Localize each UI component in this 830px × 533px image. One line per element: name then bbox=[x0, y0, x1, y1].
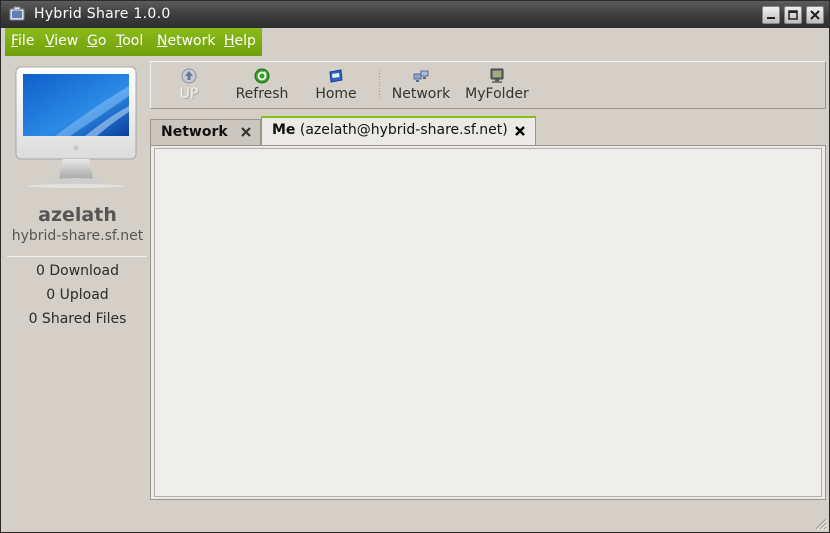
home-button[interactable]: Home bbox=[305, 62, 367, 108]
file-list-area[interactable] bbox=[154, 148, 822, 497]
username: azelath bbox=[38, 204, 117, 226]
menu-help[interactable]: Help bbox=[224, 33, 256, 49]
tab-me-name: Me bbox=[272, 122, 296, 138]
tab-close-icon[interactable] bbox=[239, 125, 253, 139]
menu-bar: File View Go Tool Network Help bbox=[5, 28, 262, 56]
menu-tool-label: ool bbox=[122, 33, 144, 49]
monitor-icon bbox=[15, 66, 137, 188]
toolbar: UP Refresh Home Network MyFolder bbox=[150, 61, 826, 109]
menu-go-mnemonic: G bbox=[87, 33, 98, 49]
menu-file-label: ile bbox=[18, 33, 35, 49]
tab-close-icon[interactable] bbox=[513, 124, 527, 138]
title-bar[interactable]: Hybrid Share 1.0.0 bbox=[1, 1, 829, 28]
maximize-icon bbox=[788, 10, 798, 20]
download-count: 0 Download bbox=[36, 263, 119, 279]
maximize-button[interactable] bbox=[784, 6, 802, 24]
close-icon bbox=[810, 10, 820, 20]
menu-network-label: etwork bbox=[167, 33, 216, 49]
app-icon bbox=[9, 6, 25, 21]
shared-files-count: 0 Shared Files bbox=[28, 311, 127, 327]
menu-network[interactable]: Network bbox=[157, 33, 215, 49]
toolbar-separator bbox=[379, 70, 380, 100]
user-host: hybrid-share.sf.net bbox=[11, 228, 144, 244]
network-icon bbox=[413, 70, 429, 82]
minimize-icon bbox=[767, 17, 775, 19]
up-label: UP bbox=[179, 86, 199, 102]
tab-content bbox=[150, 145, 826, 500]
up-button[interactable]: UP bbox=[159, 62, 219, 108]
menu-help-label: elp bbox=[234, 33, 256, 49]
menu-network-mnemonic: N bbox=[157, 33, 168, 49]
tab-me-label: Me (azelath@hybrid-share.sf.net) bbox=[272, 122, 508, 138]
menu-file-mnemonic: F bbox=[11, 33, 19, 49]
myfolder-label: MyFolder bbox=[465, 86, 529, 102]
upload-count: 0 Upload bbox=[46, 287, 109, 303]
sidebar-divider bbox=[7, 256, 147, 257]
folder-icon bbox=[490, 68, 504, 83]
tab-network[interactable]: Network bbox=[150, 119, 261, 146]
tab-me-address: (azelath@hybrid-share.sf.net) bbox=[295, 122, 508, 138]
home-label: Home bbox=[315, 86, 357, 102]
menu-view[interactable]: View bbox=[45, 33, 78, 49]
refresh-button[interactable]: Refresh bbox=[227, 62, 297, 108]
menu-help-mnemonic: H bbox=[224, 33, 235, 49]
tab-bar: Network Me (azelath@hybrid-share.sf.net) bbox=[150, 116, 826, 146]
tab-network-label: Network bbox=[161, 124, 228, 140]
user-sidebar: azelath hybrid-share.sf.net 0 Download 0… bbox=[5, 60, 150, 530]
menu-view-label: iew bbox=[54, 33, 79, 49]
menu-view-mnemonic: V bbox=[45, 33, 55, 49]
window-title: Hybrid Share 1.0.0 bbox=[34, 6, 171, 22]
network-label: Network bbox=[391, 86, 451, 102]
minimize-button[interactable] bbox=[762, 6, 780, 24]
resize-grip-icon[interactable] bbox=[813, 516, 827, 530]
up-icon bbox=[181, 68, 197, 84]
network-button[interactable]: Network bbox=[389, 62, 453, 108]
close-button[interactable] bbox=[806, 6, 824, 24]
menu-file[interactable]: File bbox=[11, 33, 34, 49]
tab-me[interactable]: Me (azelath@hybrid-share.sf.net) bbox=[261, 116, 536, 146]
refresh-icon bbox=[254, 68, 270, 84]
menu-go-label: o bbox=[97, 33, 107, 49]
main-window: Hybrid Share 1.0.0 File View Go Tool Net… bbox=[0, 0, 830, 533]
menu-tool[interactable]: Tool bbox=[116, 33, 143, 49]
refresh-label: Refresh bbox=[235, 86, 289, 102]
myfolder-button[interactable]: MyFolder bbox=[461, 62, 533, 108]
menu-go[interactable]: Go bbox=[87, 33, 106, 49]
home-icon bbox=[329, 69, 343, 83]
